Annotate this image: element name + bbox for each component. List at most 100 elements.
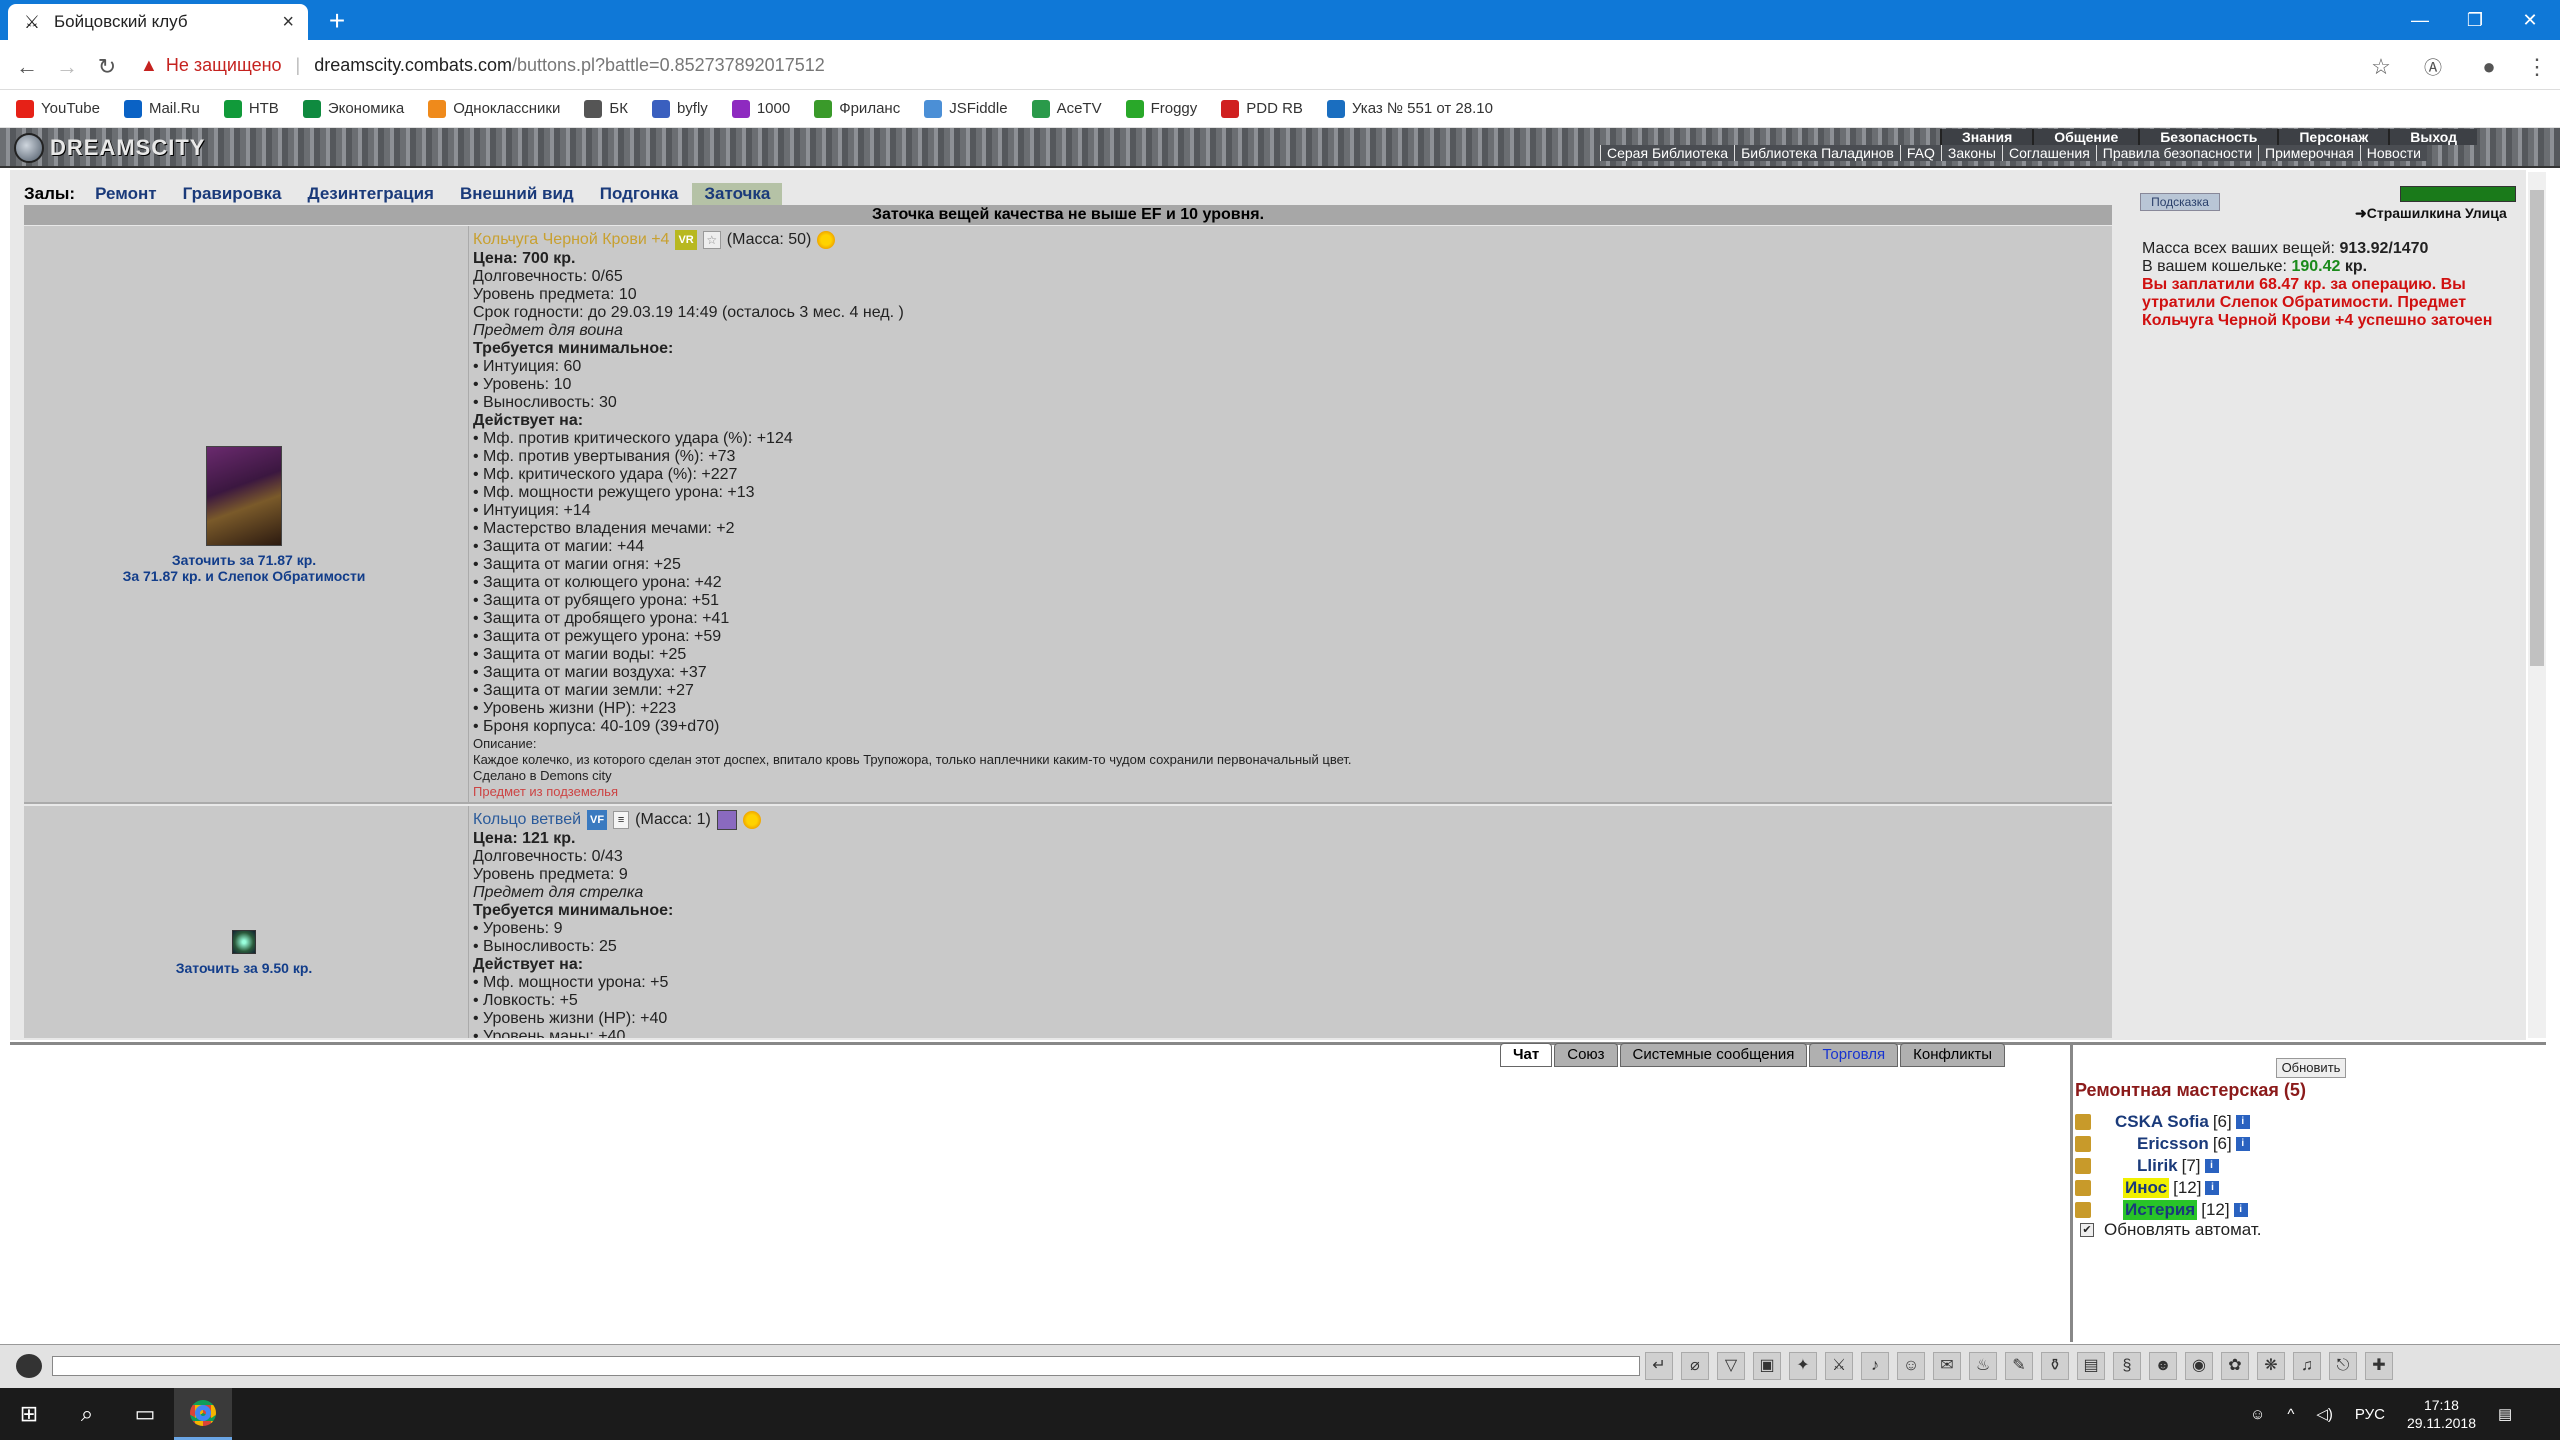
chat-tab[interactable]: Чат xyxy=(1500,1043,1553,1067)
item-name[interactable]: Кольцо ветвей xyxy=(473,811,581,829)
item-name[interactable]: Кольчуга Черной Крови +4 xyxy=(473,231,669,249)
user-row[interactable]: CSKA Sofia [6] i xyxy=(2075,1112,2250,1132)
emoji-icon[interactable]: ☺ xyxy=(1897,1352,1925,1380)
bookmark-item[interactable]: byfly xyxy=(651,99,708,118)
user-row[interactable]: Истерия [12] i xyxy=(2075,1200,2248,1220)
subnav-item[interactable]: FAQ xyxy=(1899,145,1941,161)
horn-icon[interactable]: ♫ xyxy=(2293,1352,2321,1380)
user-name[interactable]: Ericsson xyxy=(2137,1134,2209,1154)
bookmark-item[interactable]: Одноклассники xyxy=(428,99,560,118)
bottle-icon[interactable]: ⚱ xyxy=(2041,1352,2069,1380)
menu-icon[interactable]: ⋮ xyxy=(2522,52,2552,82)
shield-icon[interactable]: ◉ xyxy=(2185,1352,2213,1380)
scroll-icon[interactable]: § xyxy=(2113,1352,2141,1380)
autorefresh-checkbox[interactable]: ✔ xyxy=(2080,1223,2094,1237)
autorefresh-row[interactable]: ✔ Обновлять автомат. xyxy=(2080,1220,2262,1240)
browser-tab[interactable]: ⚔ Бойцовский клуб × xyxy=(8,4,308,40)
bookmark-item[interactable]: Mail.Ru xyxy=(123,99,200,118)
hall-tab[interactable]: Заточка xyxy=(692,183,783,205)
reload-icon[interactable]: ↻ xyxy=(92,52,122,82)
fire-icon[interactable]: ♨ xyxy=(1969,1352,1997,1380)
user-name[interactable]: Истерия xyxy=(2123,1200,2198,1220)
bookmark-item[interactable]: Фриланс xyxy=(814,99,900,118)
account-icon[interactable]: ● xyxy=(2474,52,2504,82)
sharpen-button[interactable]: Заточить за 9.50 кр. xyxy=(24,960,464,976)
info-icon[interactable]: i xyxy=(2205,1181,2220,1195)
extension-icon[interactable]: Ⓐ xyxy=(2418,52,2448,82)
topnav-item[interactable]: Общение xyxy=(2032,129,2139,145)
chat-tab[interactable]: Союз xyxy=(1554,1043,1618,1067)
chat-area[interactable] xyxy=(10,1042,2070,1342)
subnav-item[interactable]: Серая Библиотека xyxy=(1600,145,1735,161)
subnav-item[interactable]: Библиотека Паладинов xyxy=(1734,145,1900,161)
hall-tab[interactable]: Гравировка xyxy=(183,184,282,204)
hall-tab[interactable]: Подгонка xyxy=(600,184,679,204)
subnav-item[interactable]: Примерочная xyxy=(2258,145,2360,161)
mask-icon[interactable]: ☻ xyxy=(2149,1352,2177,1380)
user-name[interactable]: Инос xyxy=(2123,1178,2170,1198)
filter-icon[interactable]: ▽ xyxy=(1717,1352,1745,1380)
music-icon[interactable]: ♪ xyxy=(1861,1352,1889,1380)
smile-icon[interactable] xyxy=(16,1354,42,1378)
chat-tab[interactable]: Системные сообщения xyxy=(1619,1043,1808,1067)
refresh-button[interactable]: Обновить xyxy=(2276,1058,2346,1078)
bookmark-item[interactable]: PDD RB xyxy=(1221,99,1303,118)
forward-icon[interactable]: → xyxy=(52,52,82,82)
notifications-icon[interactable]: ▤ xyxy=(2498,1405,2512,1423)
bookmark-item[interactable]: 1000 xyxy=(731,99,790,118)
save-icon[interactable]: ▣ xyxy=(1753,1352,1781,1380)
subnav-item[interactable]: Соглашения xyxy=(2001,145,2096,161)
user-row[interactable]: Инос [12] i xyxy=(2075,1178,2220,1198)
scrollbar-thumb[interactable] xyxy=(2530,190,2544,666)
subnav-item[interactable]: Новости xyxy=(2359,145,2427,161)
chest-icon[interactable]: ▤ xyxy=(2077,1352,2105,1380)
sharpen-with-cast-button[interactable]: За 71.87 кр. и Слепок Обратимости xyxy=(24,568,464,584)
people-icon[interactable]: ☺ xyxy=(2250,1406,2265,1423)
restore-icon[interactable]: ❐ xyxy=(2445,0,2505,40)
minimize-icon[interactable]: — xyxy=(2390,0,2450,40)
volume-icon[interactable]: ◁) xyxy=(2316,1405,2333,1423)
paw-icon[interactable]: ❋ xyxy=(2257,1352,2285,1380)
star-icon[interactable]: ☆ xyxy=(2366,52,2396,82)
puzzle-icon[interactable]: ✚ xyxy=(2365,1352,2393,1380)
close-window-icon[interactable]: ✕ xyxy=(2500,0,2560,40)
hall-tab[interactable]: Дезинтеграция xyxy=(308,184,434,204)
clear-icon[interactable]: ⌀ xyxy=(1681,1352,1709,1380)
send-icon[interactable]: ↵ xyxy=(1645,1352,1673,1380)
bookmark-item[interactable]: НТВ xyxy=(223,99,279,118)
topnav-item[interactable]: Безопасность xyxy=(2138,129,2278,145)
bookmark-item[interactable]: Указ № 551 от 28.10 xyxy=(1326,99,1493,118)
clock[interactable]: 17:18 29.11.2018 xyxy=(2407,1396,2476,1432)
location-link[interactable]: ➜Страшилкина Улица xyxy=(2355,205,2507,222)
bookmark-item[interactable]: Froggy xyxy=(1125,99,1197,118)
topnav-item[interactable]: Выход xyxy=(2388,129,2478,145)
chat-tab[interactable]: Торговля xyxy=(1809,1043,1899,1067)
new-tab-button[interactable]: + xyxy=(322,6,352,36)
start-icon[interactable]: ⊞ xyxy=(0,1388,58,1440)
tray-chevron-icon[interactable]: ^ xyxy=(2287,1406,2294,1423)
wand-icon[interactable]: ✎ xyxy=(2005,1352,2033,1380)
chat-tab[interactable]: Конфликты xyxy=(1900,1043,2005,1067)
back-icon[interactable]: ← xyxy=(12,52,42,82)
ring-icon[interactable] xyxy=(232,930,256,954)
chat-input[interactable] xyxy=(52,1356,1640,1376)
user-row[interactable]: Llirik [7] i xyxy=(2075,1156,2219,1176)
hall-tab[interactable]: Ремонт xyxy=(95,184,156,204)
search-icon[interactable]: ⌕ xyxy=(58,1388,116,1440)
task-view-icon[interactable]: ▭ xyxy=(116,1388,174,1440)
info-icon[interactable]: i xyxy=(2233,1203,2248,1217)
user-name[interactable]: Llirik xyxy=(2137,1156,2178,1176)
pet-icon[interactable]: ✿ xyxy=(2221,1352,2249,1380)
bookmark-item[interactable]: Экономика xyxy=(302,99,404,118)
exit-icon[interactable]: ⎋ xyxy=(2329,1352,2357,1380)
fight-icon[interactable]: ✦ xyxy=(1789,1352,1817,1380)
info-icon[interactable]: i xyxy=(2204,1159,2219,1173)
sword-icon[interactable]: ⚔ xyxy=(1825,1352,1853,1380)
hall-tab[interactable]: Внешний вид xyxy=(460,184,574,204)
user-row[interactable]: Ericsson [6] i xyxy=(2075,1134,2250,1154)
user-name[interactable]: CSKA Sofia xyxy=(2115,1112,2209,1132)
chainmail-icon[interactable] xyxy=(206,446,282,546)
close-tab-icon[interactable]: × xyxy=(282,11,294,34)
hint-button[interactable]: Подсказка xyxy=(2140,193,2220,211)
bookmark-item[interactable]: AceTV xyxy=(1031,99,1102,118)
